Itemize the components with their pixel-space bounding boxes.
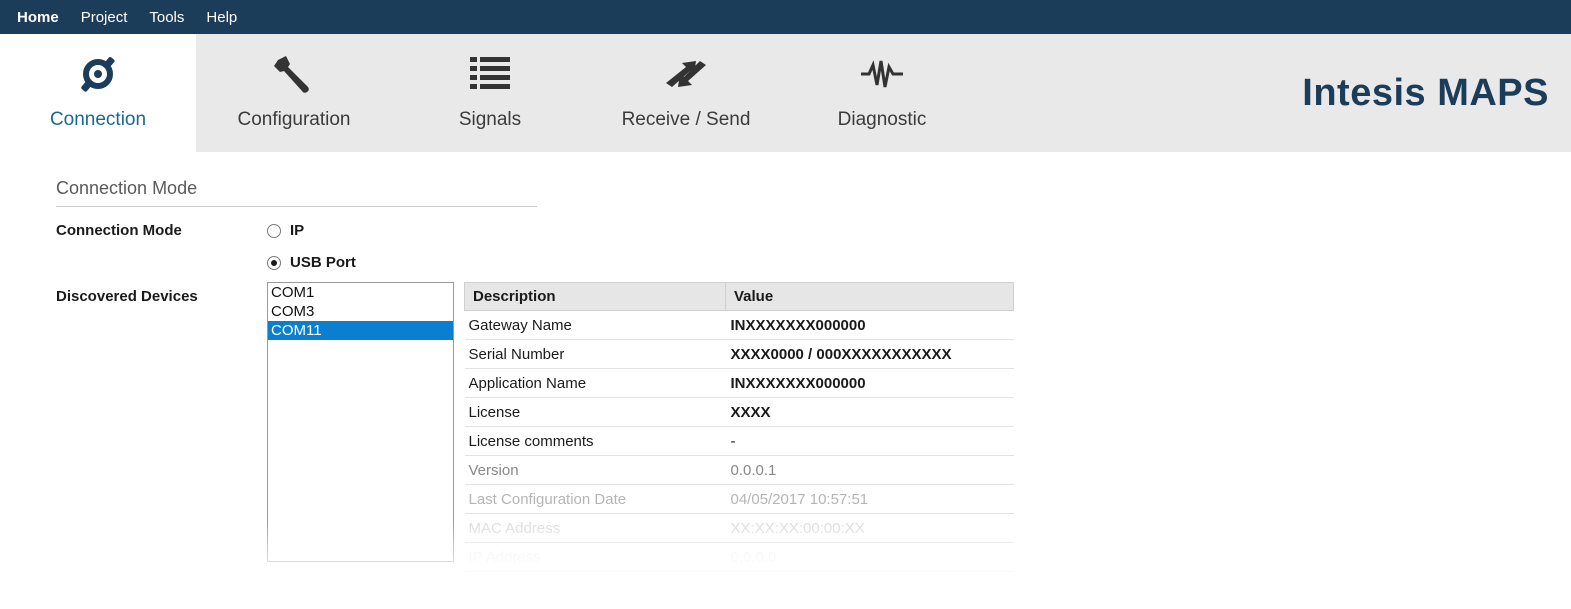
table-row[interactable]: IP Address 0.0.0.0	[464, 542, 1014, 572]
column-header-value[interactable]: Value	[725, 282, 1014, 311]
tab-connection[interactable]: Connection	[0, 34, 196, 152]
row-value: INXXXXXXX000000	[725, 310, 1014, 340]
radio-usb-indicator[interactable]	[267, 255, 281, 270]
discovered-devices-label: Discovered Devices	[56, 288, 198, 305]
row-description: Application Name	[464, 368, 726, 398]
tab-label: Diagnostic	[837, 109, 927, 130]
list-item[interactable]: COM3	[268, 302, 453, 321]
row-description: License	[464, 397, 726, 427]
tab-receive-send[interactable]: Receive / Send	[588, 34, 784, 152]
tab-label: Receive / Send	[621, 109, 751, 130]
connection-mode-label: Connection Mode	[56, 222, 182, 239]
radio-ip[interactable]: IP	[267, 222, 304, 239]
row-value: XX:XX:XX:00:00:XX	[725, 513, 1014, 543]
menu-home[interactable]: Home	[12, 9, 64, 26]
row-description: Version	[464, 455, 726, 485]
brand-logo: Intesis MAPS	[1302, 72, 1549, 114]
list-icon	[470, 52, 510, 96]
tab-configuration[interactable]: Configuration	[196, 34, 392, 152]
column-header-description[interactable]: Description	[464, 282, 726, 311]
devices-listbox[interactable]: COM1 COM3 COM11	[267, 282, 454, 562]
table-row[interactable]: License comments -	[464, 426, 1014, 456]
radio-usb-label: USB Port	[290, 254, 356, 271]
radio-ip-label: IP	[290, 222, 305, 239]
menu-tools[interactable]: Tools	[144, 9, 189, 26]
radio-ip-indicator[interactable]	[267, 223, 281, 238]
tab-signals[interactable]: Signals	[392, 34, 588, 152]
table-row[interactable]: License XXXX	[464, 397, 1014, 427]
row-description: Gateway Name	[464, 310, 726, 340]
row-description: MAC Address	[464, 513, 726, 543]
row-value: -	[725, 426, 1014, 456]
row-value: 0.0.0.1	[725, 455, 1014, 485]
row-description: Last Configuration Date	[464, 484, 726, 514]
connection-icon	[78, 52, 118, 96]
menu-bar: Home Project Tools Help	[0, 0, 1571, 34]
row-description: IP Address	[464, 542, 726, 572]
section-title: Connection Mode	[56, 178, 198, 198]
table-row[interactable]: Application Name INXXXXXXX000000	[464, 368, 1014, 398]
row-value: INXXXXXXX000000	[725, 368, 1014, 398]
table-header: Description Value	[464, 282, 1014, 311]
tab-label: Connection	[49, 109, 147, 130]
row-value: 0.0.0.0	[725, 542, 1014, 572]
table-row[interactable]: Version 0.0.0.1	[464, 455, 1014, 485]
transfer-arrows-icon	[664, 52, 708, 96]
wrench-icon	[272, 52, 316, 96]
table-row[interactable]: Gateway Name INXXXXXXX000000	[464, 310, 1014, 340]
ribbon: Connection Configuration Signals Receive…	[0, 34, 1571, 152]
tab-label: Configuration	[237, 109, 351, 130]
list-item-selected[interactable]: COM11	[268, 321, 453, 340]
device-details-table: Description Value Gateway Name INXXXXXXX…	[464, 282, 1014, 572]
menu-help[interactable]: Help	[201, 9, 242, 26]
row-value: XXXX0000 / 000XXXXXXXXXXX	[725, 339, 1014, 369]
tab-diagnostic[interactable]: Diagnostic	[784, 34, 980, 152]
list-item[interactable]: COM1	[268, 283, 453, 302]
table-row[interactable]: Serial Number XXXX0000 / 000XXXXXXXXXXX	[464, 339, 1014, 369]
row-description: Serial Number	[464, 339, 726, 369]
menu-project[interactable]: Project	[76, 9, 133, 26]
waveform-icon	[861, 52, 903, 96]
table-row[interactable]: Last Configuration Date 04/05/2017 10:57…	[464, 484, 1014, 514]
radio-usb-port[interactable]: USB Port	[267, 254, 356, 271]
row-value: 04/05/2017 10:57:51	[725, 484, 1014, 514]
row-value: XXXX	[725, 397, 1014, 427]
section-divider	[56, 206, 537, 207]
tab-label: Signals	[458, 109, 522, 130]
row-description: License comments	[464, 426, 726, 456]
table-row[interactable]: MAC Address XX:XX:XX:00:00:XX	[464, 513, 1014, 543]
